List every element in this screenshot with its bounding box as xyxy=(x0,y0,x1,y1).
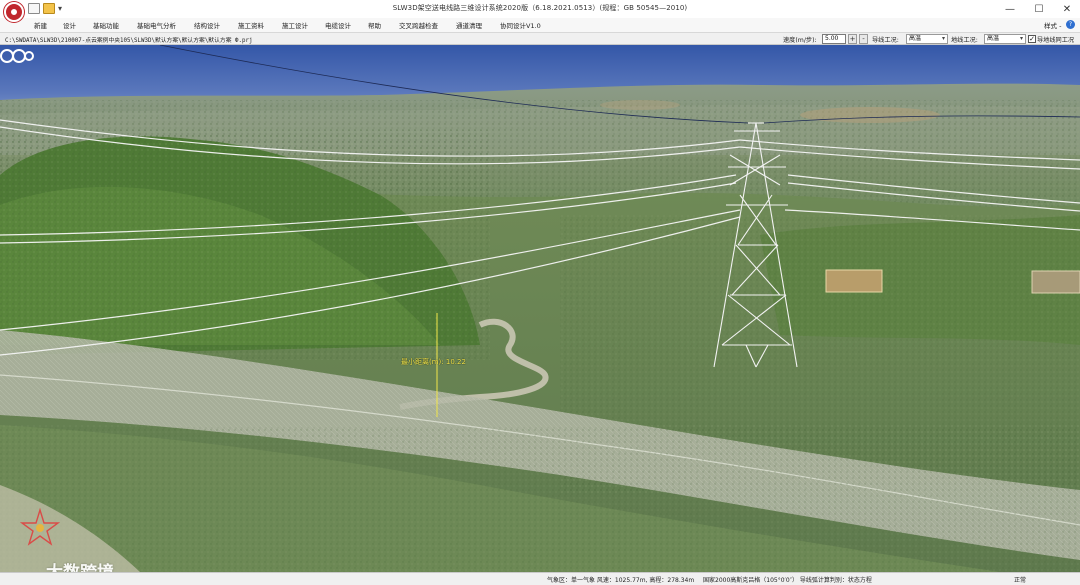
3d-viewport[interactable]: 最小距离(m): 10.22 大数跨境 xyxy=(0,45,1080,572)
window-title: SLW3D架空送电线路三维设计系统2020版（6.18.2021.0513）(规… xyxy=(392,4,688,12)
menu-electrical-analysis[interactable]: 基础电气分析 xyxy=(137,20,176,30)
speed-input[interactable]: 5.00 xyxy=(822,34,846,44)
speed-decrease-button[interactable]: - xyxy=(859,34,868,44)
status-bar: 气象区：单一气象 风速：1025.77m, 高程：278.34m 国家2000高… xyxy=(0,572,1080,585)
menu-crossing-check[interactable]: 交叉跨越检查 xyxy=(399,20,438,30)
ground-mode-label: 地线工况: xyxy=(951,37,978,44)
title-bar: ▾ SLW3D架空送电线路三维设计系统2020版（6.18.2021.0513）… xyxy=(0,0,1080,22)
watermark-mark-icon xyxy=(0,49,34,63)
project-path: C:\SWDATA\SLW3D\210007-点云案例中央105\SLW3D\默… xyxy=(5,38,253,44)
menu-construction-design[interactable]: 施工设计 xyxy=(282,20,308,30)
speed-increase-button[interactable]: + xyxy=(848,34,857,44)
building xyxy=(825,269,883,293)
status-state: 正常 xyxy=(1014,577,1027,584)
menu-collaborative-design[interactable]: 协同设计V1.0 xyxy=(500,20,541,30)
chevron-down-icon: ▾ xyxy=(1019,35,1023,42)
conductor-mode-value: 高温 xyxy=(909,35,922,42)
sync-mode-checkbox[interactable]: ✓ xyxy=(1028,35,1036,43)
watermark-text: 大数跨境 xyxy=(46,558,114,572)
min-clearance-label: 最小距离(m): 10.22 xyxy=(401,358,466,366)
menu-bar: 新建 设计 基础功能 基础电气分析 结构设计 施工资料 施工设计 电缆设计 帮助… xyxy=(0,18,1080,32)
menu-help[interactable]: 帮助 xyxy=(368,20,381,30)
sync-mode-label: 导地线同工况 xyxy=(1037,37,1075,44)
bare-soil-patch xyxy=(800,107,940,123)
conductor-mode-label: 导线工况: xyxy=(872,37,899,44)
close-button[interactable]: ✕ xyxy=(1053,0,1080,18)
help-icon[interactable]: ? xyxy=(1066,20,1075,29)
menu-construction-docs[interactable]: 施工资料 xyxy=(238,20,264,30)
ground-mode-value: 高温 xyxy=(987,35,1000,42)
chevron-down-icon: ▾ xyxy=(941,35,945,42)
path-toolbar: C:\SWDATA\SLW3D\210007-点云案例中央105\SLW3D\默… xyxy=(0,32,1080,45)
app-logo-icon[interactable] xyxy=(4,2,24,22)
menu-new[interactable]: 新建 xyxy=(34,20,47,30)
speed-label: 速度(m/步): xyxy=(783,37,817,44)
status-coordinate-system: 国家2000高斯克吕格（105°0′0″） 导线弧计算判别：状态方程 xyxy=(703,577,872,584)
conductor-mode-select[interactable]: 高温 ▾ xyxy=(906,34,948,44)
building xyxy=(1031,270,1080,294)
foreground-texture xyxy=(0,425,1080,572)
menu-basic-functions[interactable]: 基础功能 xyxy=(93,20,119,30)
ground-mode-select[interactable]: 高温 ▾ xyxy=(984,34,1026,44)
point-cloud-scene[interactable] xyxy=(0,45,1080,572)
style-menu[interactable]: 样式 - xyxy=(1044,20,1061,30)
status-weather: 气象区：单一气象 风速：1025.77m, 高程：278.34m xyxy=(547,577,695,584)
menu-corridor-clearing[interactable]: 通道清理 xyxy=(456,20,482,30)
minimize-button[interactable]: — xyxy=(996,0,1024,18)
app-window: ▾ SLW3D架空送电线路三维设计系统2020版（6.18.2021.0513）… xyxy=(0,0,1080,585)
maximize-button[interactable]: ☐ xyxy=(1025,0,1053,18)
menu-design[interactable]: 设计 xyxy=(63,20,76,30)
menu-structure-design[interactable]: 结构设计 xyxy=(194,20,220,30)
bare-soil-patch xyxy=(600,100,680,110)
vegetation-texture xyxy=(0,130,490,360)
menu-cable-design[interactable]: 电缆设计 xyxy=(325,20,351,30)
